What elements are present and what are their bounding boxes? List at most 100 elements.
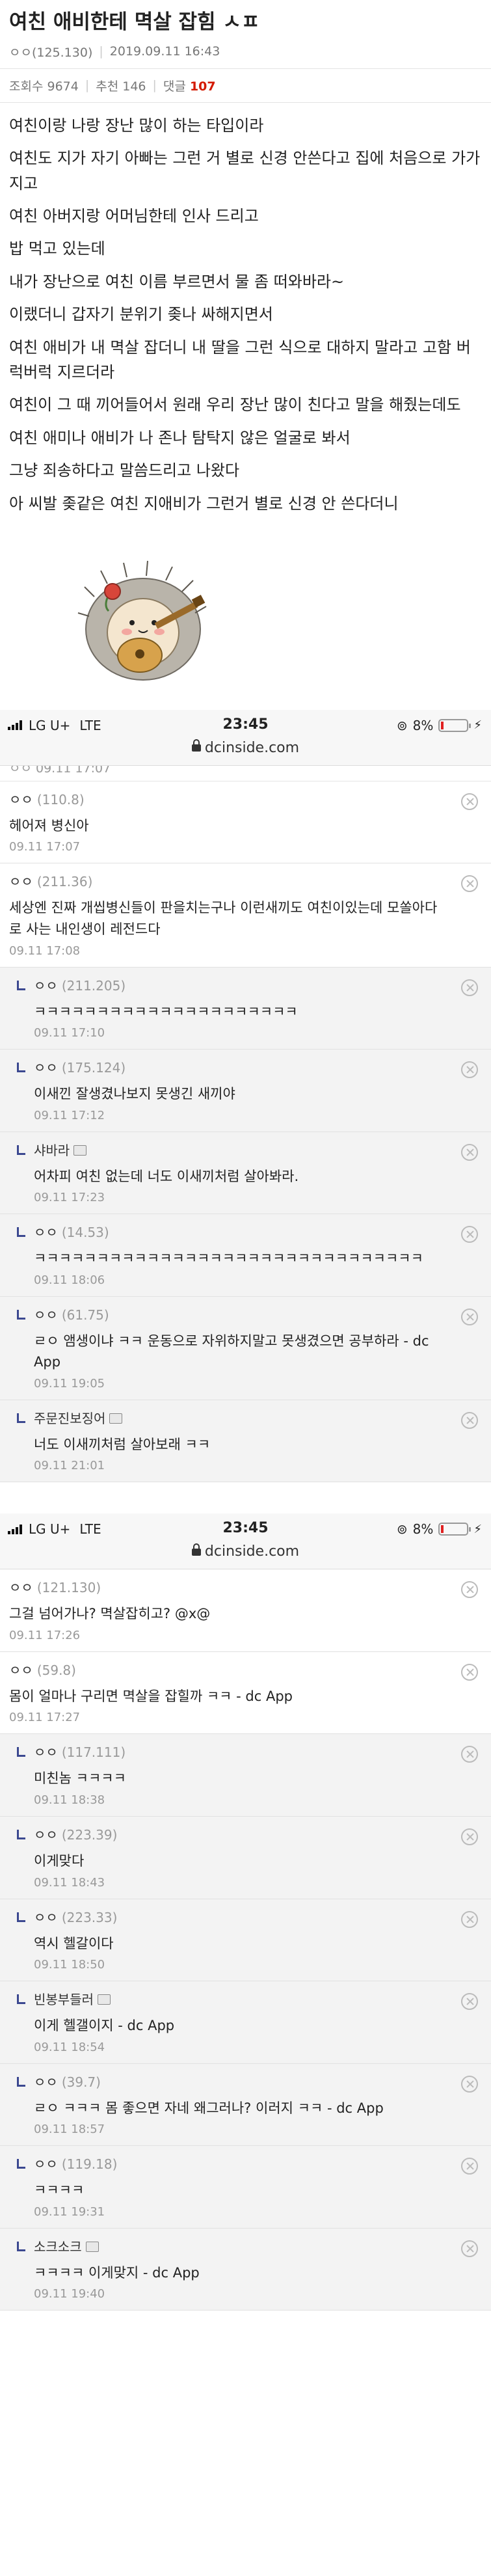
delete-comment-icon[interactable] [461,793,478,810]
comment-ip: (110.8) [36,791,85,807]
reply-comment: ㅇㅇ (211.205) ㅋㅋㅋㅋㅋㅋㅋㅋㅋㅋㅋㅋㅋㅋㅋㅋㅋㅋㅋㅋㅋ 09.11 17… [0,967,491,1050]
comment-date: 09.11 19:05 [34,1376,105,1390]
battery-area: ⊚ 8% ⚡ [397,1521,482,1537]
comment-text: ㅋㅋㅋㅋ 이게맞지 - dc App [34,2264,200,2281]
reply-comment: 샤바라 어차피 여친 없는데 너도 이새끼처럼 살아봐라. 09.11 17:23 [0,1132,491,1215]
comment-date: 09.11 18:38 [34,1793,105,1808]
lock-icon [191,1543,201,1556]
comment-text: 세상엔 진짜 개씹병신들이 판을치는구나 이런새끼도 여친이있는데 모쏠아다로 … [9,900,438,938]
post-author[interactable]: ㅇㅇ(125.130) [9,43,92,61]
comment-nickname[interactable]: ㅇㅇ [34,2073,58,2091]
reply-comment: ㅇㅇ (223.39) 이게맞다 09.11 18:43 [0,1817,491,1899]
post-stats: 조회수 9674 | 추천 146 | 댓글 107 [0,69,491,103]
battery-icon [438,1523,471,1536]
delete-comment-icon[interactable] [461,1746,478,1763]
post-body-line: 이랬더니 갑자기 분위기 좆나 싸해지면서 [9,305,273,324]
comment-date: 09.11 17:08 [9,943,81,958]
comment-header: ㅇㅇ (121.130) [9,1579,449,1597]
hedgehog-guitar-illustration [77,560,207,681]
comment-date: 09.11 19:31 [34,2204,105,2219]
comment-date: 09.11 17:07 [9,840,81,854]
comment-nickname[interactable]: ㅇㅇ [34,1223,58,1241]
gallog-icon[interactable] [109,1413,123,1424]
comment-nickname[interactable]: ㅇㅇ [34,977,58,995]
comment-ip: (117.111) [61,1744,126,1761]
comment-nickname[interactable]: ㅇㅇ [9,791,33,809]
rotation-lock-icon: ⊚ [396,717,408,733]
url-text: dcinside.com [204,739,300,756]
post-body-line: 여친이랑 나랑 장난 많이 하는 타입이라 [9,116,264,135]
delete-comment-icon[interactable] [461,875,478,893]
meta-divider: | [99,44,103,59]
delete-comment-icon[interactable] [461,979,478,996]
delete-comment-icon[interactable] [461,2240,478,2257]
delete-comment-icon[interactable] [461,1828,478,1846]
gallog-icon[interactable] [98,1994,111,2005]
mobile-status-bar: LG U+ LTE 23:45 ⊚ 8% ⚡ dcinside.com [0,1513,491,1570]
mobile-status-bar: LG U+ LTE 23:45 ⊚ 8% ⚡ dcinside.com [0,709,491,766]
delete-comment-icon[interactable] [461,1143,478,1161]
comment-text: ㄹㅇ ㅋㅋㅋ 몸 좋으면 자네 왜그러나? 이러지 ㅋㅋ - dc App [34,2100,384,2116]
comment-nickname[interactable]: 소크소크 [34,2238,82,2256]
comment-date: 09.11 21:01 [34,1459,105,1473]
delete-comment-icon[interactable] [461,1910,478,1928]
delete-comment-icon[interactable] [461,1993,478,2011]
delete-comment-icon[interactable] [461,2158,478,2175]
gallog-icon[interactable] [73,1145,87,1156]
reply-comment: ㅇㅇ (39.7) ㄹㅇ ㅋㅋㅋ 몸 좋으면 자네 왜그러나? 이러지 ㅋㅋ - d… [0,2063,491,2147]
comment-date: 09.11 17:26 [9,1628,81,1642]
comment-header: ㅇㅇ (39.7) [34,2073,449,2091]
comment-list-b: ㅇㅇ (121.130) 그걸 넘어가나? 멱살잡히고? @x@ 09.11 17:2… [0,1569,491,2311]
comment-nickname[interactable]: ㅇㅇ [9,1661,33,1679]
reply-link[interactable]: 댓글 107 [163,77,216,94]
comment-ip: (223.39) [61,1827,118,1843]
comment-header: 샤바라 [34,1141,449,1159]
comment-nickname[interactable]: 빈봉부들러 [34,1990,94,2009]
comment-text: ㅋㅋㅋㅋㅋㅋㅋㅋㅋㅋㅋㅋㅋㅋㅋㅋㅋㅋㅋㅋㅋㅋㅋㅋㅋㅋㅋㅋㅋㅋㅋ [34,1251,423,1267]
url-bar[interactable]: dcinside.com [0,1543,491,1560]
reply-comment: 소크소크 ㅋㅋㅋㅋ 이게맞지 - dc App 09.11 19:40 [0,2228,491,2311]
delete-comment-icon[interactable] [461,1061,478,1079]
delete-comment-icon[interactable] [461,1411,478,1429]
comment-nickname[interactable]: 주문진보징어 [34,1409,105,1428]
comment-nickname[interactable]: ㅇㅇ [9,1579,33,1597]
post-body-line: 여친이 그 때 끼어들어서 원래 우리 장난 많이 친다고 말을 해줬는데도 [9,396,461,414]
comment-nickname[interactable]: 샤바라 [34,1141,70,1159]
delete-comment-icon[interactable] [461,2075,478,2093]
comment-text: ㅋㅋㅋㅋㅋㅋㅋㅋㅋㅋㅋㅋㅋㅋㅋㅋㅋㅋㅋㅋㅋ [34,1003,298,1020]
comment-nickname[interactable]: ㅇㅇ [34,1826,58,1844]
gallog-icon[interactable] [85,2241,99,2252]
reply-comment: ㅇㅇ (175.124) 이새낀 잘생겼나보지 못생긴 새끼야 09.11 17:12 [0,1050,491,1132]
delete-comment-icon[interactable] [461,1663,478,1681]
comment-date: 09.11 18:57 [34,2122,105,2137]
comment-date: 09.11 18:06 [34,1273,105,1287]
comment-ip: (211.205) [61,977,126,994]
battery-icon [438,718,471,732]
comment-text: 헤어져 병신아 [9,817,89,834]
view-count: 조회수 9674 [9,79,79,94]
comment-nickname[interactable]: ㅇㅇ [34,1059,58,1077]
comment-nickname[interactable]: ㅇㅇ [9,873,33,891]
comment-date: 09.11 18:54 [34,2040,105,2054]
comment-nickname[interactable]: ㅇㅇ [34,2155,58,2173]
delete-comment-icon[interactable] [461,1308,478,1325]
charging-icon: ⚡ [473,1522,482,1536]
delete-comment-icon[interactable] [461,1226,478,1243]
comment-nickname[interactable]: ㅇㅇ [34,1743,58,1761]
comment-ip: (223.33) [61,1909,118,1925]
reply-count: 107 [189,79,216,94]
post-body-line: 아 씨발 좆같은 여친 지애비가 그런거 별로 신경 안 쓴다더니 [9,494,399,513]
comment: ㅇㅇ (121.130) 그걸 넘어가나? 멱살잡히고? @x@ 09.11 17:2… [0,1569,491,1652]
delete-comment-icon[interactable] [461,1581,478,1599]
charging-icon: ⚡ [473,718,482,733]
post-body: 여친이랑 나랑 장난 많이 하는 타입이라여친도 지가 자기 아빠는 그런 거 … [0,103,491,530]
comment-header: ㅇㅇ (223.39) [34,1826,449,1844]
post-body-line: 내가 장난으로 여친 이름 부르면서 물 좀 떠와바라~ [9,272,345,291]
reply-comment: ㅇㅇ (14.53) ㅋㅋㅋㅋㅋㅋㅋㅋㅋㅋㅋㅋㅋㅋㅋㅋㅋㅋㅋㅋㅋㅋㅋㅋㅋㅋㅋㅋㅋㅋㅋ… [0,1214,491,1297]
post-body-line: 여친도 지가 자기 아빠는 그런 거 별로 신경 안쓴다고 집에 처음으로 가가… [9,149,481,193]
comment-header: ㅇㅇ (211.205) [34,977,449,995]
url-bar[interactable]: dcinside.com [0,739,491,756]
comment-ip: (14.53) [61,1225,109,1241]
comment-nickname[interactable]: ㅇㅇ [34,1306,58,1324]
comment-nickname[interactable]: ㅇㅇ [34,1908,58,1927]
